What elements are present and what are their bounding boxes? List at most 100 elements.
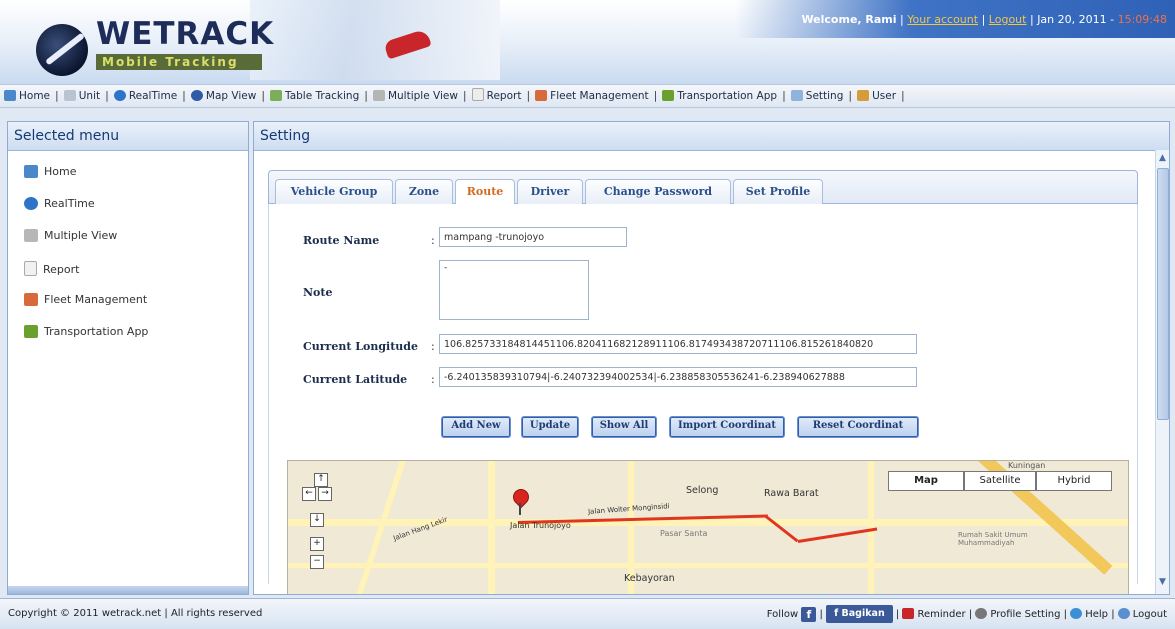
menu-report[interactable]: Report	[468, 85, 526, 107]
side-item-label: RealTime	[44, 197, 95, 210]
tab-zone[interactable]: Zone	[395, 179, 453, 206]
side-item-fleet-management[interactable]: Fleet Management	[24, 293, 248, 325]
menu-multiple-view[interactable]: Multiple View	[369, 85, 462, 107]
route-map[interactable]: Selong Rawa Barat Jalan Trunojoyo Jalan …	[287, 460, 1129, 594]
your-account-link[interactable]: Your account	[907, 13, 978, 26]
show-all-button[interactable]: Show All	[591, 416, 657, 438]
menu-label: Unit	[78, 90, 101, 102]
help-label: Help	[1085, 609, 1108, 620]
map-label: Kuningan	[1008, 461, 1046, 470]
profile-setting-link[interactable]: Profile Setting	[975, 608, 1060, 620]
tab-driver[interactable]: Driver	[517, 179, 583, 206]
facebook-icon[interactable]: f	[801, 606, 817, 622]
colon: :	[431, 373, 435, 386]
document-icon	[24, 261, 37, 276]
menu-user[interactable]: User	[853, 85, 900, 107]
side-item-transportation-app[interactable]: Transportation App	[24, 325, 248, 357]
logout-link[interactable]: Logout	[989, 13, 1027, 26]
pan-down-icon[interactable]: ↓	[310, 513, 324, 527]
side-item-label: Home	[44, 165, 77, 178]
side-item-label: Fleet Management	[44, 293, 148, 306]
menu-unit[interactable]: Unit	[60, 85, 104, 107]
tab-change-password[interactable]: Change Password	[585, 179, 731, 206]
multiple-view-icon	[24, 229, 38, 242]
add-new-button[interactable]: Add New	[441, 416, 511, 438]
logout-footer-link[interactable]: Logout	[1117, 608, 1167, 620]
menu-transportation-app[interactable]: Transportation App	[658, 85, 781, 107]
tab-vehicle-group[interactable]: Vehicle Group	[275, 179, 393, 206]
route-name-input[interactable]: mampang -trunojoyo	[439, 227, 627, 247]
map-road	[288, 519, 1128, 526]
logo-globe-icon	[36, 24, 88, 76]
map-label: Selong	[686, 485, 719, 496]
scroll-down-arrow-icon[interactable]: ▼	[1157, 576, 1168, 588]
map-road	[288, 563, 1128, 568]
separator: |	[1111, 608, 1115, 620]
welcome-area: Welcome, Rami | Your account | Logout | …	[801, 13, 1167, 26]
logo[interactable]: WETRACK Mobile Tracking	[8, 6, 273, 78]
separator: |	[819, 608, 823, 620]
transport-icon	[24, 325, 38, 338]
transport-icon	[662, 90, 675, 101]
update-button[interactable]: Update	[521, 416, 579, 438]
separator: |	[1029, 13, 1034, 26]
menu-map-view[interactable]: Map View	[187, 85, 260, 107]
longitude-input[interactable]: 106.825733184814451106.82041168212891110…	[439, 334, 917, 354]
help-link[interactable]: Help	[1070, 608, 1108, 620]
document-icon	[471, 88, 484, 101]
route-name-label: Route Name	[303, 234, 380, 247]
side-item-realtime[interactable]: RealTime	[24, 197, 248, 229]
menu-realtime[interactable]: RealTime	[110, 85, 181, 107]
copyright-text: Copyright © 2011 wetrack.net | All right…	[8, 608, 263, 619]
globe-icon	[113, 90, 126, 101]
pan-right-icon[interactable]: →	[318, 487, 332, 501]
pan-up-icon[interactable]: ↑	[314, 473, 328, 487]
side-item-home[interactable]: Home	[24, 165, 248, 197]
vertical-scrollbar[interactable]: ▲ ▼	[1155, 150, 1169, 594]
scroll-up-arrow-icon[interactable]: ▲	[1157, 152, 1168, 164]
colon: :	[431, 340, 435, 353]
selected-menu-panel: Selected menu Home RealTime Multiple Vie…	[7, 121, 249, 595]
latitude-label: Current Latitude	[303, 373, 408, 386]
pan-left-icon[interactable]: ←	[302, 487, 316, 501]
menu-setting[interactable]: Setting	[787, 85, 848, 107]
latitude-input[interactable]: -6.240135839310794|-6.240732394002534|-6…	[439, 367, 917, 387]
panel-title: Setting	[254, 122, 1169, 151]
facebook-share-button[interactable]: f Bagikan	[826, 605, 893, 623]
side-item-multiple-view[interactable]: Multiple View	[24, 229, 248, 261]
setting-panel: Setting ▲ ▼ Vehicle Group Zone Route Dri…	[253, 121, 1170, 595]
home-icon	[4, 90, 16, 101]
header: WETRACK Mobile Tracking Welcome, Rami | …	[0, 0, 1175, 84]
zoom-in-icon[interactable]: +	[310, 537, 324, 551]
map-label: Rumah Sakit Umum Muhammadiyah	[958, 531, 1028, 547]
note-textarea[interactable]: -	[439, 260, 589, 320]
separator: |	[1063, 608, 1067, 620]
tab-route[interactable]: Route	[455, 179, 515, 207]
side-item-report[interactable]: Report	[24, 261, 248, 293]
follow-label: Follow	[766, 608, 799, 620]
footer-links: Follow f | f Bagikan | Reminder | Profil…	[767, 605, 1167, 623]
menu-label: Transportation App	[677, 90, 778, 102]
map-type-satellite[interactable]: Satellite	[964, 471, 1036, 491]
map-road	[356, 461, 406, 594]
zoom-out-icon[interactable]: −	[310, 555, 324, 569]
side-item-label: Report	[43, 263, 80, 276]
route-marker-icon[interactable]	[509, 485, 533, 509]
side-item-label: Multiple View	[44, 229, 118, 242]
reset-coordinat-button[interactable]: Reset Coordinat	[797, 416, 919, 438]
map-type-map[interactable]: Map	[888, 471, 964, 491]
home-icon	[24, 165, 38, 178]
menu-label: Home	[19, 90, 51, 102]
menu-home[interactable]: Home	[0, 85, 54, 107]
tab-set-profile[interactable]: Set Profile	[733, 179, 823, 206]
reminder-link[interactable]: Reminder	[902, 608, 966, 620]
menu-table-tracking[interactable]: Table Tracking	[266, 85, 363, 107]
setting-icon	[790, 90, 803, 101]
menu-fleet-management[interactable]: Fleet Management	[531, 85, 653, 107]
scroll-thumb[interactable]	[1157, 168, 1169, 420]
map-type-hybrid[interactable]: Hybrid	[1036, 471, 1112, 491]
logout-label: Logout	[1132, 609, 1167, 620]
panel-title: Selected menu	[8, 122, 248, 151]
unit-icon	[63, 90, 76, 101]
import-coordinat-button[interactable]: Import Coordinat	[669, 416, 785, 438]
